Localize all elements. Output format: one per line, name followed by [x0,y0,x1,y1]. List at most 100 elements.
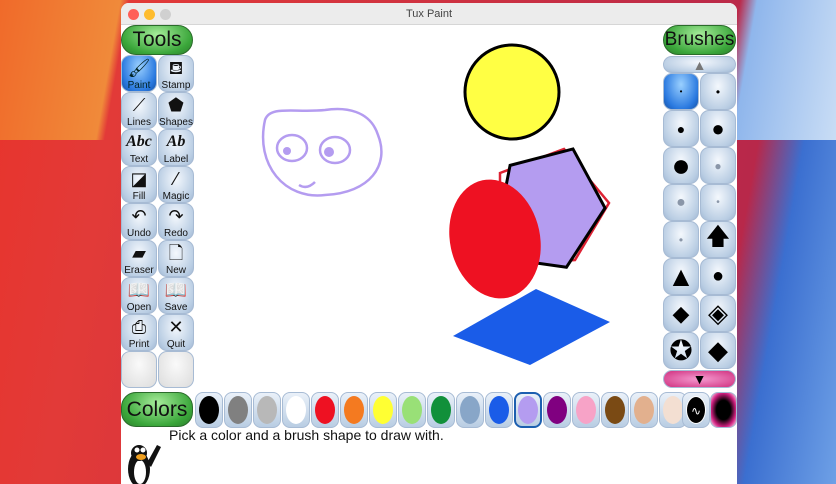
zoom-button[interactable] [160,9,171,20]
brush-button[interactable]: • [663,221,699,258]
color-swatch[interactable] [224,392,252,428]
tool-undo-button[interactable]: ↶ Undo [121,203,157,240]
color-swatch[interactable] [543,392,571,428]
canvas-drawing [261,43,611,365]
tool-label-button[interactable]: Ab Label [158,129,194,166]
brush-button[interactable]: ● [700,110,736,147]
brush-medium-dot-icon: ● [676,120,686,137]
color-swatch[interactable] [282,392,310,428]
tool-eraser-button[interactable]: ▰ Eraser [121,240,157,277]
color-swatch-fill [431,396,451,424]
color-swatch-fill [605,396,625,424]
color-swatch[interactable] [601,392,629,428]
colors-header: Colors [121,392,193,427]
brush-button[interactable]: ● [663,110,699,147]
brush-small-dot-icon: • [715,84,721,99]
brush-button[interactable]: ● [663,147,699,184]
brush-rhombus-icon: ◆ [672,300,690,326]
tool-label: Stamp [161,80,191,91]
brush-triangle-icon: ▲ [667,260,695,292]
color-swatch-fill [373,396,393,424]
tool-label: New [165,265,186,276]
color-mixer-button[interactable] [710,392,737,428]
blue-diamond [453,289,610,365]
magic-wand-icon: ⁄ [174,169,178,189]
color-swatch[interactable] [456,392,484,428]
yellow-circle [463,43,561,141]
redo-icon: ↷ [168,206,184,226]
tool-save-button[interactable]: 📖 Save [158,277,194,314]
tool-magic-button[interactable]: ⁄ Magic [158,166,194,203]
brush-circle-icon: ● [711,265,725,287]
color-swatch[interactable] [398,392,426,428]
minimize-button[interactable] [144,9,155,20]
color-swatch[interactable] [253,392,281,428]
color-swatch[interactable] [485,392,513,428]
color-swatch[interactable] [311,392,339,428]
brush-button[interactable]: ● [700,258,736,295]
color-swatch-fill [460,396,480,424]
drawing-canvas[interactable] [195,25,663,388]
brush-gray-dot-icon: ● [676,193,686,211]
undo-icon: ↶ [131,206,147,226]
color-swatch[interactable] [572,392,600,428]
tool-label: Lines [127,117,151,128]
face-doodle [261,107,383,197]
tool-open-button[interactable]: 📖 Open [121,277,157,314]
close-button[interactable] [128,9,139,20]
tool-label: Fill [132,191,146,202]
brush-fuzzy-dot-icon: ● [714,158,722,173]
brushes-scroll-up[interactable]: ▲ [663,56,736,73]
tool-lines-button[interactable]: ⟋ Lines [121,92,157,129]
color-picker-button[interactable]: ∿ [682,392,710,428]
color-swatch-fill [199,396,219,424]
color-swatch[interactable] [195,392,223,428]
window-title: Tux Paint [405,8,453,20]
tool-new-button[interactable]: 🗋 New [158,240,194,277]
tool-stamp-button[interactable]: ⛾ Stamp [158,55,194,92]
tux-penguin-icon [128,445,161,484]
brush-button[interactable]: • [700,73,736,110]
brush-button[interactable]: 🡅 [700,221,736,258]
tool-fill-button[interactable]: ◪ Fill [121,166,157,203]
color-swatch-fill [576,396,596,424]
brush-button[interactable]: ◆ [663,295,699,332]
brush-button[interactable]: ◈ [700,295,736,332]
color-swatch[interactable] [630,392,658,428]
brush-button[interactable]: ● [663,184,699,221]
brush-button[interactable]: • [700,184,736,221]
tool-label: Redo [164,228,188,239]
tool-label: Text [129,154,149,165]
tool-text-button[interactable]: Abc Text [121,129,157,166]
brush-arrow-icon: 🡅 [705,223,731,250]
tool-label: Open [126,302,152,313]
brush-button[interactable]: ● [700,147,736,184]
brush-xlarge-dot-icon: ● [671,147,691,183]
save-icon: 📖 [164,280,188,300]
tools-header: Tools [121,25,193,55]
color-swatch-fill [634,396,654,424]
tool-quit-button[interactable]: ✕ Quit [158,314,194,351]
tool-label: Quit [166,339,186,350]
color-swatch[interactable] [427,392,455,428]
brush-large-dot-icon: ● [711,115,725,141]
brush-button[interactable]: ◆ [700,332,736,369]
color-swatch[interactable] [340,392,368,428]
title-bar: Tux Paint [121,3,737,25]
tool-redo-button[interactable]: ↷ Redo [158,203,194,240]
open-icon: 📖 [127,280,151,300]
brushes-scroll-down[interactable]: ▼ [663,370,736,388]
tool-paint-button[interactable]: 🖌 Paint [121,55,157,92]
tool-shapes-button[interactable]: ⬟ Shapes [158,92,194,129]
color-swatch-fill [663,396,683,424]
brush-button[interactable]: ✪ [663,332,699,369]
color-swatch[interactable] [514,392,542,428]
tool-print-button[interactable]: ⎙ Print [121,314,157,351]
brush-button[interactable]: ▲ [663,258,699,295]
tool-label: Shapes [159,117,193,128]
color-swatch[interactable] [369,392,397,428]
status-message: Pick a color and a brush shape to draw w… [169,427,444,443]
brush-gray-tiny-dot-icon: • [678,232,684,247]
brush-button[interactable]: • [663,73,699,110]
tool-label: Magic [162,191,190,202]
